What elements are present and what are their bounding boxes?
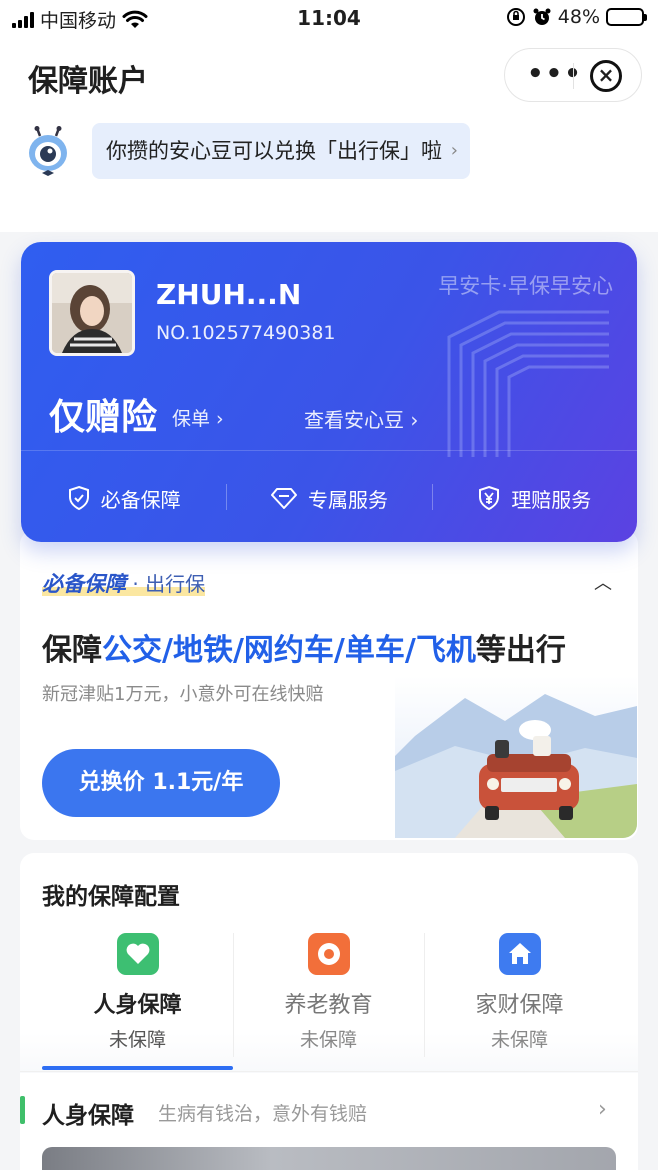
yen-shield-icon xyxy=(479,485,500,511)
protection-config: 我的保障配置 人身保障 未保障 养老教育 未保障 家财保障 未保障 人身保障 生… xyxy=(20,853,638,1170)
tab-status: 未保障 xyxy=(108,1029,166,1051)
config-title: 我的保障配置 xyxy=(42,884,180,910)
promo-tag-main: 必备保障 xyxy=(42,572,126,596)
user-number: NO.102577490381 xyxy=(156,322,336,344)
active-tab-indicator xyxy=(42,1066,233,1070)
battery-icon xyxy=(606,8,647,26)
tab-status: 未保障 xyxy=(490,1029,548,1051)
membership-card: ZHUH...N NO.102577490381 早安卡·早保早安心 仅赠险 保… xyxy=(21,242,637,542)
heart-icon xyxy=(116,933,159,975)
card-divider xyxy=(21,450,637,451)
battery-percent: 48% xyxy=(557,6,600,28)
promo-title: 保障公交/地铁/网约车/单车/飞机等出行 xyxy=(42,625,566,669)
tab-pension-education[interactable]: 养老教育 未保障 xyxy=(233,925,424,1069)
coin-icon xyxy=(307,933,350,975)
service-label: 理赔服务 xyxy=(511,487,592,512)
section-title: 人身保障 xyxy=(42,1103,134,1129)
diamond-icon xyxy=(270,488,297,509)
section-subtitle: 生病有钱治，意外有钱赔 xyxy=(158,1103,368,1125)
user-name: ZHUH...N xyxy=(156,278,302,311)
service-row: 必备保障 专属服务 理赔服务 xyxy=(21,476,637,520)
tab-property[interactable]: 家财保障 未保障 xyxy=(424,925,615,1069)
tab-label: 人身保障 xyxy=(93,993,182,1018)
alarm-icon xyxy=(533,8,551,25)
header: 保障账户 ••• × 你攒的安心豆可以兑换「出行保」啦 › xyxy=(0,36,658,232)
promo-description: 新冠津贴1万元，小意外可在线快赔 xyxy=(42,684,324,705)
avatar[interactable] xyxy=(49,270,135,356)
tab-label: 家财保障 xyxy=(475,993,564,1018)
card-brand: 早安卡·早保早安心 xyxy=(438,274,613,298)
tab-personal[interactable]: 人身保障 未保障 xyxy=(42,925,233,1069)
shield-check-icon xyxy=(68,485,89,511)
page-title: 保障账户 xyxy=(28,64,148,99)
tab-label: 养老教育 xyxy=(284,993,373,1018)
config-tabs: 人身保障 未保障 养老教育 未保障 家财保障 未保障 xyxy=(42,925,638,1069)
service-exclusive[interactable]: 专属服务 xyxy=(226,476,431,520)
view-beans-link[interactable]: 查看安心豆 › xyxy=(304,404,418,433)
card-pattern-decoration xyxy=(447,310,609,457)
promo-tag-sub: 出行保 xyxy=(145,572,206,596)
promo-title-prefix: 保障 xyxy=(42,633,102,668)
car-illustration xyxy=(395,676,637,838)
orientation-lock-icon xyxy=(506,8,525,26)
redeem-button[interactable]: 兑换价 1.1元/年 xyxy=(42,749,280,817)
chevron-right-icon: › xyxy=(450,140,458,161)
status-right: 48% xyxy=(506,6,647,28)
mascot-icon xyxy=(29,126,67,176)
section-banner-image[interactable] xyxy=(42,1147,616,1170)
close-icon[interactable]: × xyxy=(590,60,622,92)
service-essential[interactable]: 必备保障 xyxy=(21,476,226,520)
more-icon[interactable]: ••• xyxy=(527,61,583,87)
section-accent-bar xyxy=(20,1096,25,1124)
tabs-divider xyxy=(20,1071,638,1072)
mini-program-capsule: ••• × xyxy=(504,48,642,102)
status-bar: 中国移动 11:04 48% xyxy=(0,0,658,36)
service-label: 必备保障 xyxy=(100,487,181,512)
tip-bubble[interactable]: 你攒的安心豆可以兑换「出行保」啦 › xyxy=(92,123,470,179)
promo-title-highlight: 公交/地铁/网约车/单车/飞机 xyxy=(102,633,476,668)
tip-text: 你攒的安心豆可以兑换「出行保」啦 xyxy=(106,139,442,163)
home-icon xyxy=(498,933,541,975)
promo-tag-dot: · xyxy=(126,572,146,596)
chevron-right-icon[interactable]: › xyxy=(598,1097,607,1122)
tab-status: 未保障 xyxy=(299,1029,357,1051)
promo-tag: 必备保障 · 出行保 xyxy=(42,568,206,598)
service-label: 专属服务 xyxy=(307,487,388,512)
promo-title-suffix: 等出行 xyxy=(475,633,566,668)
insurance-title: 仅赠险 xyxy=(49,397,158,438)
service-claims[interactable]: 理赔服务 xyxy=(431,476,637,520)
policy-link[interactable]: 保单 › xyxy=(172,404,224,431)
avatar-photo xyxy=(52,273,132,353)
chevron-up-icon[interactable]: ︿ xyxy=(594,569,612,595)
capsule-divider xyxy=(573,63,574,89)
